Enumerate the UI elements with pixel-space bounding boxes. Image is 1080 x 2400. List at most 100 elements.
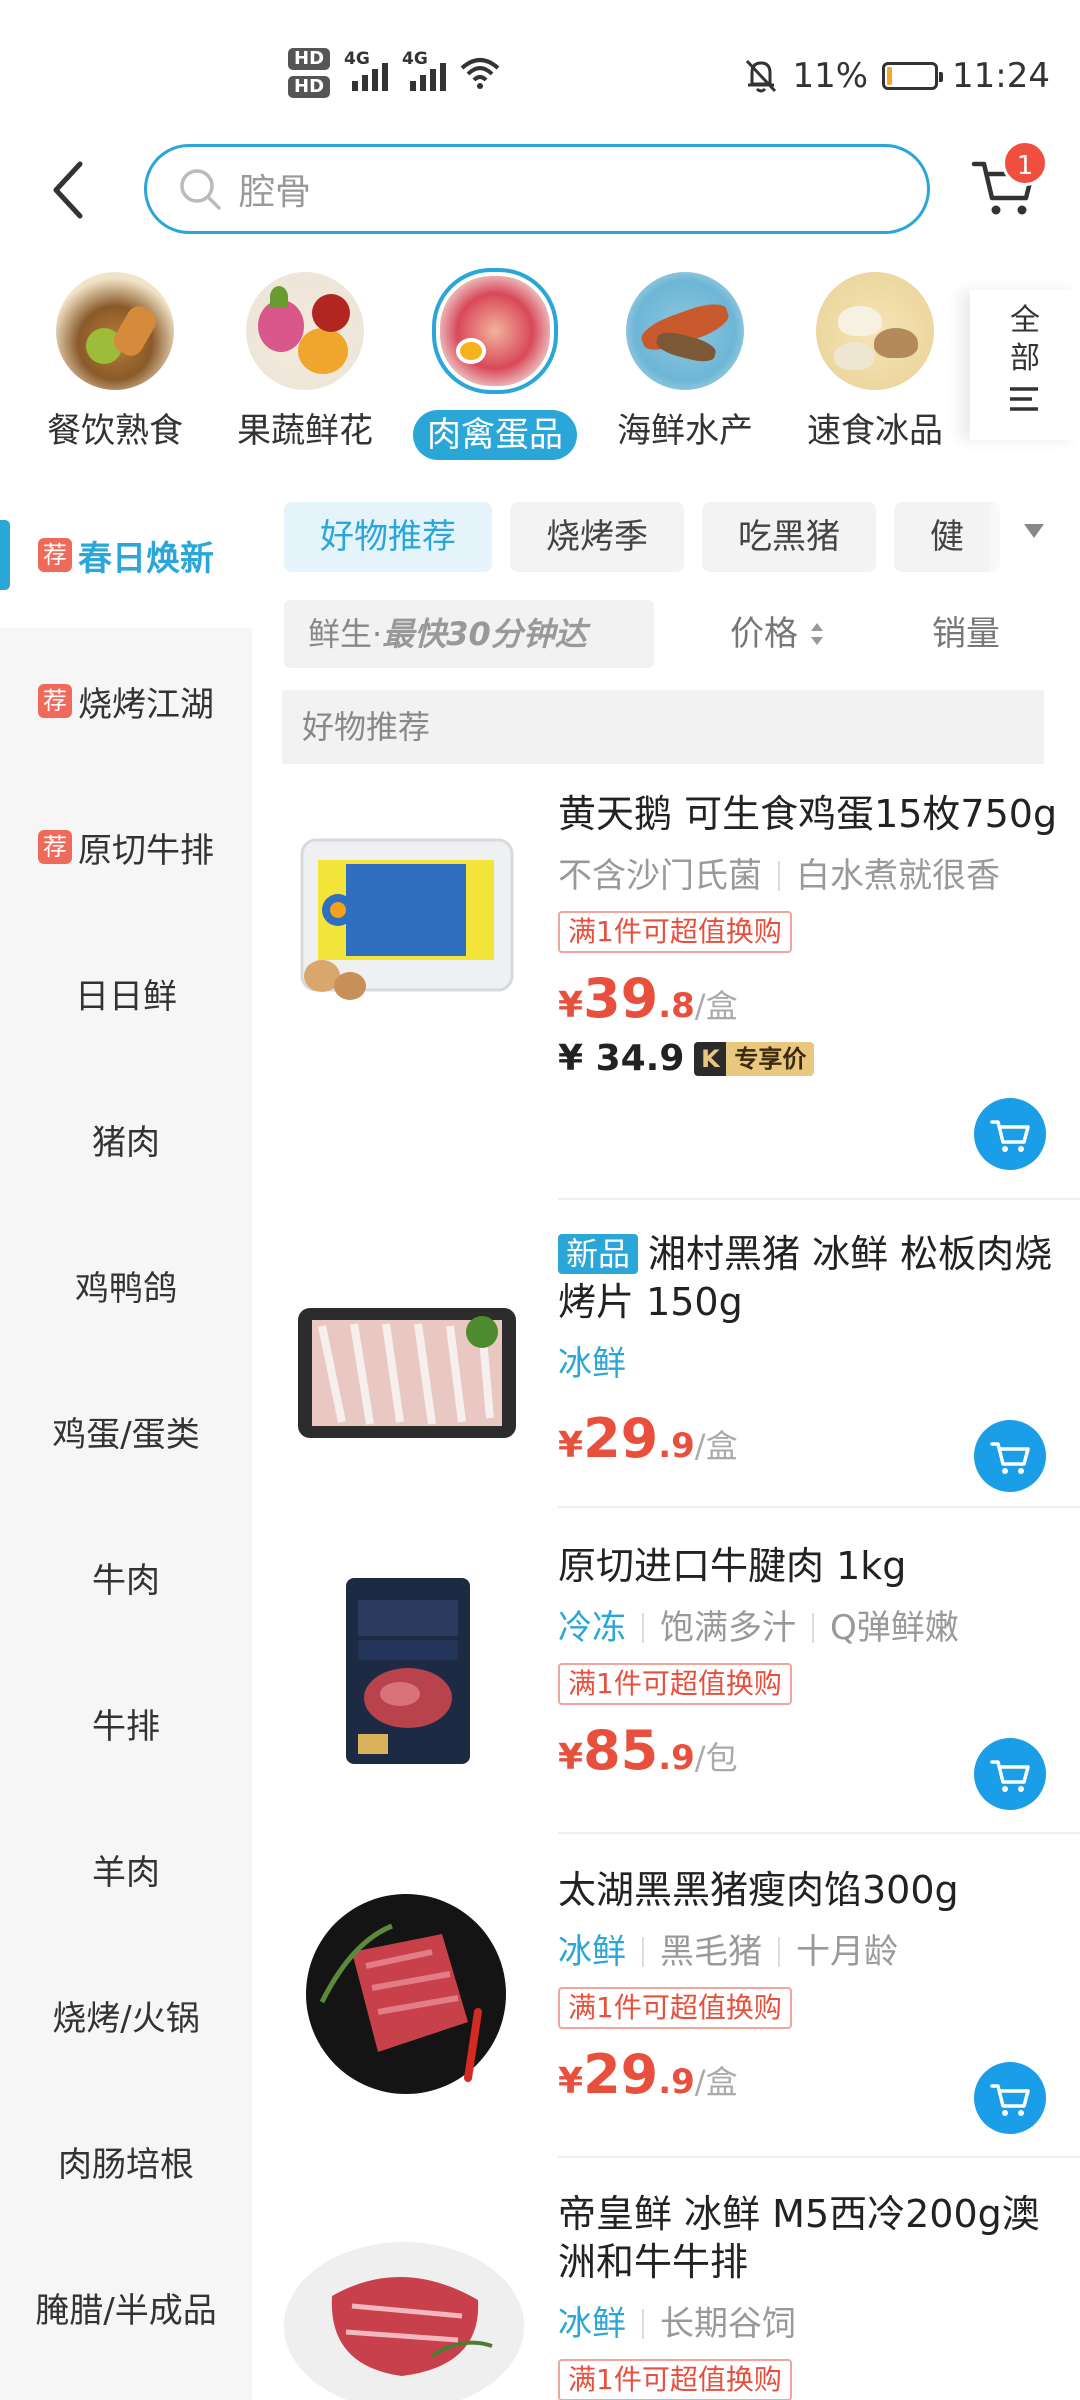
product-name: 太湖黑黑猪瘦肉馅300g	[558, 1868, 959, 1912]
all-categories-label-2: 部	[1010, 341, 1040, 376]
clock: 11:24	[952, 56, 1050, 96]
section-title: 好物推荐	[282, 690, 1044, 764]
product-attr: 冷冻	[558, 1608, 626, 1648]
back-button[interactable]	[40, 150, 100, 230]
promo-tag: 满1件可超值换购	[558, 1987, 792, 2029]
sort-by-sales[interactable]: 销量	[932, 600, 1000, 668]
sort-by-price[interactable]: 价格	[730, 600, 825, 668]
tab-bbq-season[interactable]: 烧烤季	[510, 502, 684, 572]
hd-badge-2: HD	[288, 76, 331, 98]
wifi-icon	[460, 58, 500, 89]
divider	[558, 1198, 1080, 1200]
add-to-cart-button[interactable]	[974, 1420, 1046, 1492]
sidebar-item-label: 日日鲜	[75, 976, 177, 1017]
chevron-left-icon	[53, 161, 83, 219]
sidebar-item-label: 腌腊/半成品	[35, 2290, 217, 2331]
list-icon	[1010, 387, 1038, 411]
product-attr: 不含沙门氏菌	[558, 856, 762, 896]
sidebar-item-label: 原切牛排	[78, 830, 214, 871]
sidebar-item-label: 鸡蛋/蛋类	[52, 1414, 200, 1455]
divider	[558, 1506, 1080, 1508]
sidebar-item-cured[interactable]: 腌腊/半成品	[0, 2234, 252, 2380]
product-attr: 冰鲜	[558, 1344, 626, 1384]
sidebar-item-label: 春日焕新	[78, 538, 214, 579]
product-name: 原切进口牛腱肉 1kg	[558, 1544, 907, 1588]
sidebar-item-eggs[interactable]: 鸡蛋/蛋类	[0, 1358, 252, 1504]
search-input[interactable]: 腔骨	[144, 144, 930, 234]
product-attr: 长期谷饲	[660, 2304, 796, 2344]
sidebar-item-poultry[interactable]: 鸡鸭鸽	[0, 1212, 252, 1358]
product-image	[282, 1246, 532, 1496]
tab-recommended[interactable]: 好物推荐	[284, 502, 492, 572]
sidebar-item-bbq-hotpot[interactable]: 烧烤/火锅	[0, 1942, 252, 2088]
sidebar-item-steak-cut[interactable]: 荐 原切牛排	[0, 774, 252, 920]
product-attr: 黑毛猪	[660, 1932, 762, 1972]
sidebar-item-steak[interactable]: 牛排	[0, 1650, 252, 1796]
sidebar: 荐 春日焕新 荐 烧烤江湖 荐 原切牛排 日日鲜 猪肉 鸡鸭鸽 鸡蛋/蛋类 牛肉…	[0, 482, 252, 2400]
divider	[558, 1832, 1080, 1834]
all-categories-label-1: 全	[1010, 303, 1040, 338]
member-price-badge: K 专享价	[694, 1041, 815, 1076]
tab-black-pork[interactable]: 吃黑猪	[702, 502, 876, 572]
sidebar-item-spring[interactable]: 荐 春日焕新	[0, 482, 252, 628]
sidebar-item-label: 鸡鸭鸽	[75, 1268, 177, 1309]
shopping-cart-icon	[990, 2084, 1030, 2116]
deli-food-icon	[56, 272, 174, 390]
category-seafood[interactable]: 海鲜水产	[590, 262, 780, 462]
category-fruit-flowers[interactable]: 果蔬鲜花	[210, 262, 400, 462]
shopping-cart-icon	[990, 1120, 1030, 1152]
expand-tabs-icon[interactable]	[1024, 524, 1044, 538]
promo-tag: 满1件可超值换购	[558, 911, 792, 953]
category-label: 果蔬鲜花	[237, 411, 373, 451]
status-bar: HD HD 4G 4G 11% 11:24	[0, 0, 1080, 140]
category-deli[interactable]: 餐饮熟食	[20, 262, 210, 462]
sidebar-item-beef[interactable]: 牛肉	[0, 1504, 252, 1650]
all-categories-button[interactable]: 全 部	[970, 290, 1080, 440]
new-product-badge: 新品	[558, 1234, 639, 1274]
fruit-icon	[246, 272, 364, 390]
product-name: 黄天鹅 可生食鸡蛋15枚750g	[558, 792, 1058, 836]
delivery-speed-banner: 鲜生·最快30分钟达	[284, 600, 654, 668]
signal-icon-2: 4G	[402, 49, 447, 91]
sidebar-item-bbq[interactable]: 荐 烧烤江湖	[0, 628, 252, 774]
sidebar-item-label: 牛肉	[92, 1560, 160, 1601]
sidebar-item-label: 烧烤江湖	[78, 684, 214, 725]
sidebar-item-label: 肉肠培根	[58, 2144, 194, 2185]
battery-icon	[882, 62, 944, 90]
promo-tag: 满1件可超值换购	[558, 1663, 792, 1705]
sidebar-item-label: 牛排	[92, 1706, 160, 1747]
signal-icon-1: 4G	[344, 49, 389, 91]
product-image	[282, 2216, 532, 2400]
sort-arrows-icon	[810, 623, 823, 645]
add-to-cart-button[interactable]	[974, 1738, 1046, 1810]
member-price-value: ¥ 34.9	[558, 1038, 685, 1079]
recommend-tag: 荐	[38, 684, 72, 718]
sidebar-item-sausage[interactable]: 肉肠培根	[0, 2088, 252, 2234]
add-to-cart-button[interactable]	[974, 2062, 1046, 2134]
tab-health[interactable]: 健	[894, 502, 1000, 572]
search-placeholder: 腔骨	[239, 172, 312, 213]
recommend-tag: 荐	[38, 538, 72, 572]
category-label: 速食冰品	[807, 411, 943, 451]
speed-slogan: 最快30分钟达	[382, 615, 587, 653]
shopping-cart-icon	[990, 1760, 1030, 1792]
sidebar-item-lamb[interactable]: 羊肉	[0, 1796, 252, 1942]
dumpling-icon	[816, 272, 934, 390]
battery-percent: 11%	[792, 56, 869, 96]
speed-prefix: 鲜生·	[308, 615, 383, 653]
category-row: 餐饮熟食 果蔬鲜花 肉禽蛋品 海鲜水产 速食冰品	[20, 262, 980, 462]
add-to-cart-button[interactable]	[974, 1098, 1046, 1170]
promo-tag: 满1件可超值换购	[558, 2359, 792, 2400]
sidebar-item-daily-fresh[interactable]: 日日鲜	[0, 920, 252, 1066]
sidebar-item-pork[interactable]: 猪肉	[0, 1066, 252, 1212]
sort-row: 鲜生·最快30分钟达 价格 销量	[284, 600, 1044, 670]
category-frozen[interactable]: 速食冰品	[780, 262, 970, 462]
category-meat-eggs[interactable]: 肉禽蛋品	[400, 262, 590, 462]
mute-bell-icon	[746, 59, 777, 93]
sidebar-item-label: 猪肉	[92, 1122, 160, 1163]
search-icon	[180, 169, 221, 210]
product-price: ¥39.8/盒	[558, 967, 738, 1030]
category-label: 海鲜水产	[617, 411, 753, 451]
cart-button[interactable]: 1	[968, 140, 1048, 230]
product-attr: 饱满多汁	[660, 1608, 796, 1648]
